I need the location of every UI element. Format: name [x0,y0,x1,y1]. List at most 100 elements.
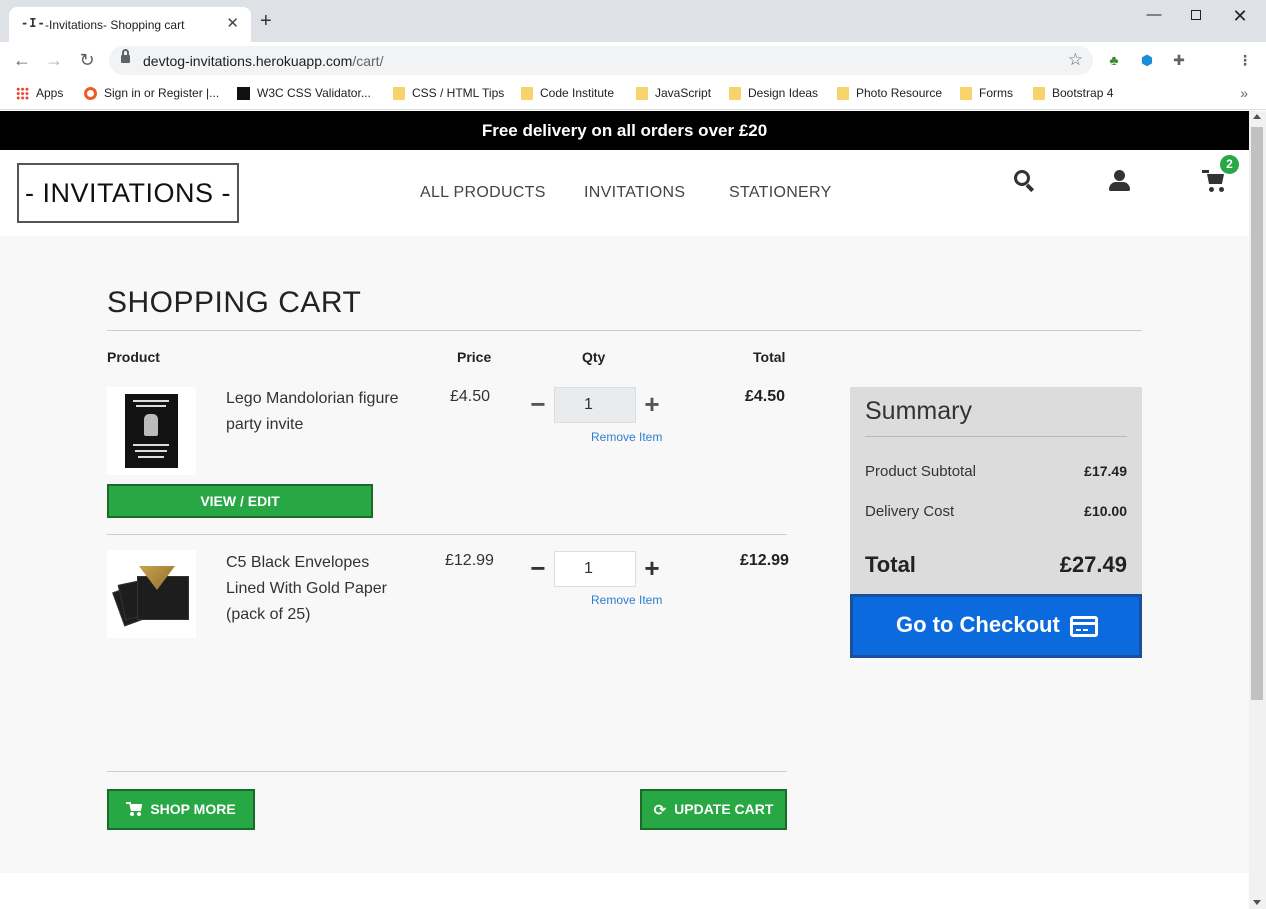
increment-button[interactable]: + [636,387,668,423]
browser-menu-icon[interactable]: ⋮ [1236,51,1254,69]
browser-toolbar: ← → ↻ devtog-invitations.herokuapp.com/c… [0,42,1266,79]
remove-item-link[interactable]: Remove Item [591,593,662,607]
column-header-product: Product [107,349,160,365]
product-price: £12.99 [445,552,494,569]
column-header-qty: Qty [582,349,606,365]
bookmark-code-institute[interactable]: Code Institute [521,86,614,100]
decrement-button[interactable]: − [522,551,554,587]
cart-content: SHOPPING CART Product Price Qty Total Le… [0,236,1249,909]
search-icon[interactable] [1012,168,1038,194]
divider [107,330,1142,331]
shop-more-button[interactable]: SHOP MORE [107,789,255,830]
new-tab-icon[interactable]: + [260,11,272,31]
scroll-down-arrow-icon[interactable] [1253,900,1261,905]
bookmark-w3c[interactable]: W3C CSS Validator... [237,86,371,100]
grand-total-label: Total [865,552,916,577]
lock-icon[interactable] [121,49,130,65]
bookmark-sign-in[interactable]: Sign in or Register |... [84,86,219,100]
delivery-label: Delivery Cost [865,503,955,520]
subtotal-label: Product Subtotal [865,463,976,480]
decrement-button[interactable]: − [522,387,554,423]
tab-close-icon[interactable]: ✕ [226,14,239,32]
increment-button[interactable]: + [636,551,668,587]
url-text: devtog-invitations.herokuapp.com/cart/ [143,53,383,69]
bookmark-label: Sign in or Register |... [104,86,220,100]
bookmark-javascript[interactable]: JavaScript [636,86,711,100]
bookmarks-overflow-icon[interactable]: » [1240,85,1248,101]
bookmark-label: Apps [36,86,64,100]
page-scrollbar[interactable] [1249,111,1266,909]
nav-invitations[interactable]: INVITATIONS [584,184,685,202]
promo-banner: Free delivery on all orders over £20 [0,111,1249,150]
bookmark-label: Bootstrap 4 [1052,86,1114,100]
quantity-input[interactable]: 1 [554,551,636,587]
w3c-icon [237,86,250,100]
site-logo[interactable]: - INVITATIONS - [17,163,239,223]
folder-icon [636,86,648,100]
browser-tab[interactable]: -I- -Invitations- Shopping cart ✕ [9,7,251,42]
address-bar[interactable]: devtog-invitations.herokuapp.com/cart/ ☆ [109,46,1093,75]
folder-icon [729,86,741,100]
apps-icon [16,86,29,100]
cart-icon [126,802,143,816]
bookmark-design-ideas[interactable]: Design Ideas [729,86,818,100]
window-minimize-icon[interactable]: — [1144,6,1164,26]
view-edit-button[interactable]: VIEW / EDIT [107,484,373,518]
bookmark-photo-resource[interactable]: Photo Resource [837,86,942,100]
product-image-lego-invite [107,387,196,475]
column-header-price: Price [457,349,492,365]
divider [107,534,787,535]
product-name: C5 Black Envelopes Lined With Gold Paper… [226,554,387,623]
remove-item-link[interactable]: Remove Item [591,430,662,444]
folder-icon [1033,86,1045,100]
bookmark-label: Photo Resource [856,86,943,100]
nav-all-products[interactable]: ALL PRODUCTS [420,184,546,202]
line-total: £12.99 [740,552,789,569]
delivery-value: £10.00 [1084,503,1127,519]
divider [107,771,787,772]
bookmark-bootstrap[interactable]: Bootstrap 4 [1033,86,1113,100]
url-path: /cart/ [352,53,384,69]
tree-extension-icon[interactable]: ♣ [1105,51,1123,69]
circle-icon [84,86,97,100]
divider [865,436,1127,437]
order-summary: Summary Product Subtotal £17.49 Delivery… [850,387,1142,594]
back-arrow-icon[interactable]: ← [12,50,32,70]
user-account-icon[interactable] [1107,168,1133,194]
bookmark-label: Code Institute [540,86,615,100]
bookmark-star-icon[interactable]: ☆ [1068,50,1083,70]
shop-more-label: SHOP MORE [150,801,236,817]
site-favicon-icon: -I- [21,16,46,30]
cart-icon[interactable] [1202,170,1228,196]
product-name: Lego Mandolorian figure party invite [226,390,399,433]
cart-count-badge: 2 [1220,155,1239,174]
summary-title: Summary [865,397,972,425]
site-header: - INVITATIONS - ALL PRODUCTS INVITATIONS… [0,150,1249,236]
subtotal-value: £17.49 [1084,463,1127,479]
bookmark-label: Forms [979,86,1013,100]
bookmarks-bar: Apps Sign in or Register |... W3C CSS Va… [0,79,1266,110]
update-cart-button[interactable]: ⟳ UPDATE CART [640,789,787,830]
line-total: £4.50 [745,388,786,405]
nav-stationery[interactable]: STATIONERY [729,184,832,202]
quantity-input[interactable]: 1 [554,387,636,423]
bookmark-apps[interactable]: Apps [16,86,63,100]
puzzle-extensions-icon[interactable]: ✚ [1170,51,1188,69]
bookmark-label: CSS / HTML Tips [412,86,505,100]
column-header-total: Total [753,349,786,365]
forward-arrow-icon[interactable]: → [44,50,64,70]
window-close-icon[interactable]: ✕ [1230,6,1250,26]
url-host: devtog-invitations.herokuapp.com [143,53,353,69]
reload-icon[interactable]: ↻ [77,50,97,70]
scroll-up-arrow-icon[interactable] [1253,114,1261,119]
page-title: SHOPPING CART [107,286,362,319]
bookmark-css-html-tips[interactable]: CSS / HTML Tips [393,86,504,100]
bookmark-forms[interactable]: Forms [960,86,1013,100]
hexagon-extension-icon[interactable]: ⬢ [1138,51,1156,69]
bookmark-label: W3C CSS Validator... [257,86,371,100]
scrollbar-thumb[interactable] [1251,127,1263,700]
checkout-button[interactable]: Go to Checkout [850,594,1142,658]
footer-strip [0,873,1249,909]
window-maximize-icon[interactable] [1186,6,1206,26]
bookmark-label: Design Ideas [748,86,819,100]
